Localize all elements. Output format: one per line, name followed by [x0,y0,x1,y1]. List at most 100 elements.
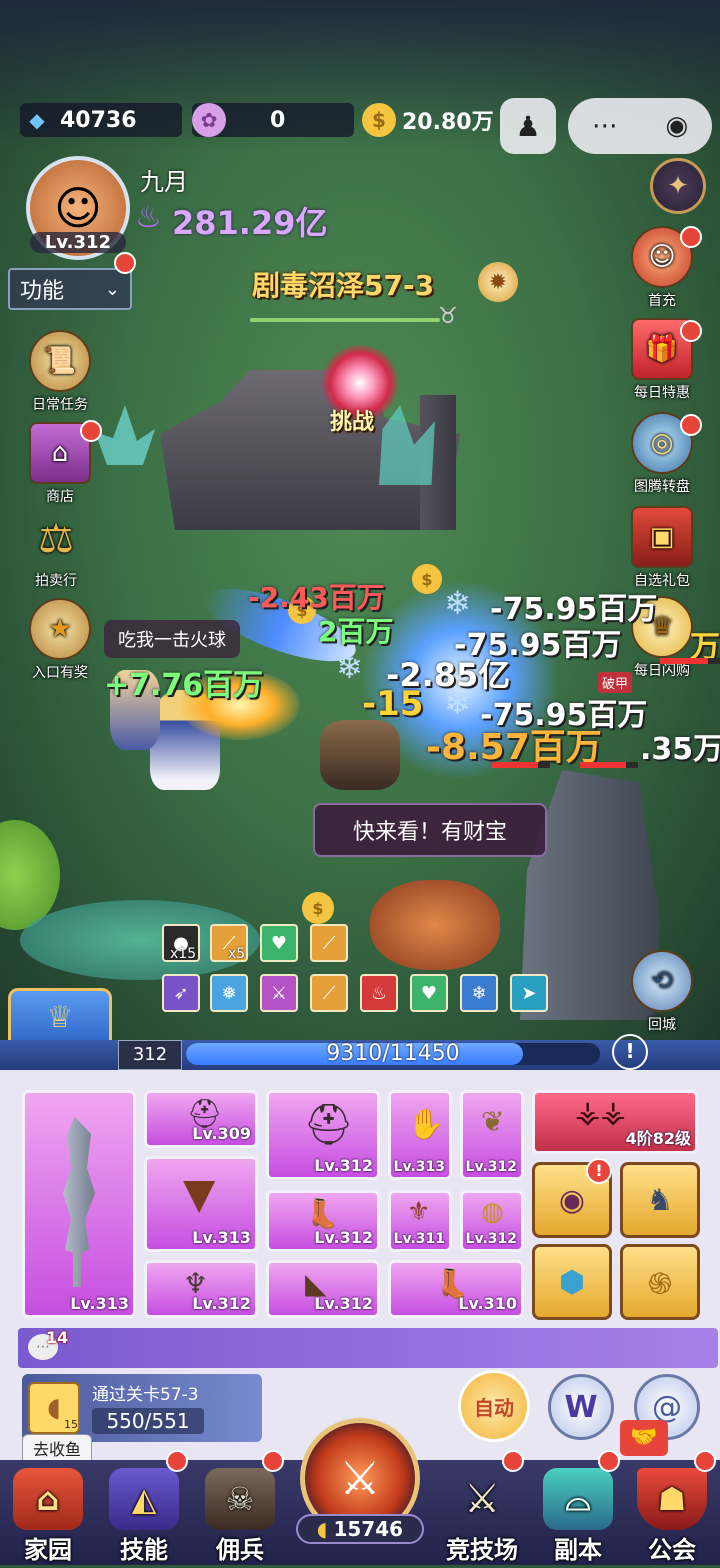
equip-slot-gloves[interactable]: ✋ Lv.313 [388,1090,452,1180]
equip-level: Lv.309 [192,1124,251,1143]
wings-slot[interactable]: ⚶⚶ 4阶82级 [532,1090,698,1154]
exp-level-badge: 312 [118,1040,182,1070]
crystal-left [95,405,155,465]
arena-notification-dot [502,1450,524,1472]
portal-gate-icon: ⌓ [543,1468,613,1530]
damage-number: +7.76百万 [104,668,264,703]
skill-buff-claw-up: ⟋ [310,924,348,962]
auction-label: 拍卖行 [35,573,77,589]
joystick-icon: ♟ [515,109,541,143]
equip-slot-ring[interactable]: ◍ Lv.312 [460,1190,524,1252]
weapon-level: Lv.313 [70,1294,129,1313]
mercenary-notification-dot [262,1450,284,1472]
stage-name: 剧毒沼泽57-3 [252,269,435,302]
skill-buff-claw-3: ⟋ [310,974,348,1012]
stage-progress-track [250,318,440,322]
more-menu-icon[interactable]: ⋯ [592,111,618,141]
gem-slot[interactable]: ⬢ [532,1244,612,1320]
entry-reward-button[interactable]: ★ 入口有奖 [24,598,96,682]
close-target-icon[interactable]: ◉ [665,111,688,141]
nav-mercenary[interactable]: ☠ 佣兵 [192,1468,288,1568]
nav-dungeon-label: 副本 [554,1536,602,1564]
boss-icon: ♉ [438,304,458,329]
jagged-sword-icon [63,1117,95,1287]
player-name: 九月 [140,168,188,196]
armor-break-badge: 破甲 [598,672,633,693]
skill-buff-count: x5 [228,946,246,962]
nav-dungeon[interactable]: ⌓ 副本 [530,1468,626,1568]
compass-star-icon: ✦ [667,171,689,201]
guild-notification-dot [694,1450,716,1472]
equip-level: Lv.313 [192,1228,251,1247]
nav-skills[interactable]: ◭ 技能 [96,1468,192,1568]
go-fishing-label: 去收鱼 [32,1440,81,1459]
totem-slot[interactable]: ֍ [620,1244,700,1320]
equip-slot-greaves[interactable]: 👢 Lv.310 [388,1260,524,1318]
nav-home-label: 家园 [24,1536,72,1564]
skill-buff-fire-shield: ♨ [360,974,398,1012]
nav-arena[interactable]: ⚔ 竞技场 [434,1468,530,1568]
daily-tasks-button[interactable]: 📜 日常任务 [24,330,96,414]
equip-slot-boots[interactable]: 👢 Lv.312 [266,1190,380,1252]
stage-reward-icon[interactable]: ✹ [478,262,518,302]
battlefield[interactable]: ◆ 40736 ✿ 0 $ 20.80万 ♟ ⋯ ◉ ☺ Lv.312 九月 ♨… [0,0,720,1040]
optional-gift-button[interactable]: ▣ 自选礼包 [626,506,698,590]
quest-title: 通过关卡57-3 [92,1385,199,1405]
equip-level: Lv.312 [465,1159,517,1175]
return-town-label: 回城 [648,1017,676,1033]
gold-coin-icon: $ [362,103,396,137]
skill-buff-heart-2: ♥ [410,974,448,1012]
damage-number: .35万 [640,732,720,767]
shop-label: 商店 [46,489,74,505]
enemy-hp-bar [492,762,550,768]
equip-slot-belt[interactable]: ⚜ Lv.311 [388,1190,452,1252]
treasure-speech-bubble[interactable]: 快来看！有财宝 [313,803,547,857]
nav-guild[interactable]: ☗ 公会 [624,1468,720,1568]
enemy-hp-bar-2 [580,762,638,768]
mount-slot[interactable]: ♞ [620,1162,700,1238]
equip-slot-shoulders[interactable]: ♆ Lv.312 [144,1260,258,1318]
scales-icon: ⚖ [38,516,74,562]
functions-dropdown[interactable]: 功能 ⌄ [8,268,132,310]
equip-level: Lv.312 [192,1294,251,1313]
eye-icon: ◉ [558,1182,586,1218]
equip-slot-armor[interactable]: ▼ Lv.313 [144,1156,258,1252]
skill-buff-heart: ♥ [260,924,298,962]
equip-slot-necklace[interactable]: ❦ Lv.312 [460,1090,524,1180]
chat-unread-count: 14 [46,1328,69,1347]
scroll-value: 0 [270,107,286,133]
equip-level: Lv.311 [393,1231,445,1247]
equip-level: Lv.312 [314,1156,373,1175]
daily-deal-label: 每日特惠 [634,385,690,401]
diamond-value: 40736 [60,107,137,133]
gold-counter[interactable]: $ 20.80万 [362,103,502,137]
battle-count-value: 15746 [333,1517,404,1541]
bread-small-icon: ◖ [316,1517,328,1541]
first-recharge-label: 首充 [648,293,676,309]
loot-coin-icon[interactable]: $ [302,892,334,924]
equip-slot-head[interactable]: ⛑ Lv.312 [266,1090,380,1180]
nav-home[interactable]: ⌂ 家园 [0,1468,96,1568]
star-medal-icon: ★ [29,598,91,660]
guild-handshake-icon[interactable]: 🤝 [620,1420,668,1456]
chat-bar[interactable] [18,1328,718,1368]
boots-icon: 👢 [305,1197,340,1230]
skill-buff-frost: ❅ [210,974,248,1012]
skill-buff-speed: ➤ [510,974,548,1012]
equip-slot-helmet[interactable]: ⛑ Lv.309 [144,1090,258,1148]
hero-panel-tab[interactable]: ♕ [8,988,112,1040]
auction-button[interactable]: ⚖ 拍卖行 [20,510,92,590]
weapon-slot[interactable]: Lv.313 [22,1090,136,1318]
treasure-beast [370,880,500,970]
compass-button[interactable]: ✦ [650,158,706,214]
equip-slot-cloak[interactable]: ◣ Lv.312 [266,1260,380,1318]
auto-battle-button[interactable]: 自动 [458,1370,530,1442]
exp-info-icon[interactable]: ! [612,1034,648,1070]
controller-button[interactable]: ♟ [500,98,556,154]
chevron-down-icon: ⌄ [104,278,120,300]
diamond-counter[interactable]: ◆ 40736 [20,103,182,137]
return-town-button[interactable]: ⟲ 回城 [626,950,698,1034]
scroll-icon: 📜 [29,330,91,392]
scroll-counter[interactable]: ✿ 0 [192,103,354,137]
w-skill-button[interactable]: W [548,1374,614,1440]
